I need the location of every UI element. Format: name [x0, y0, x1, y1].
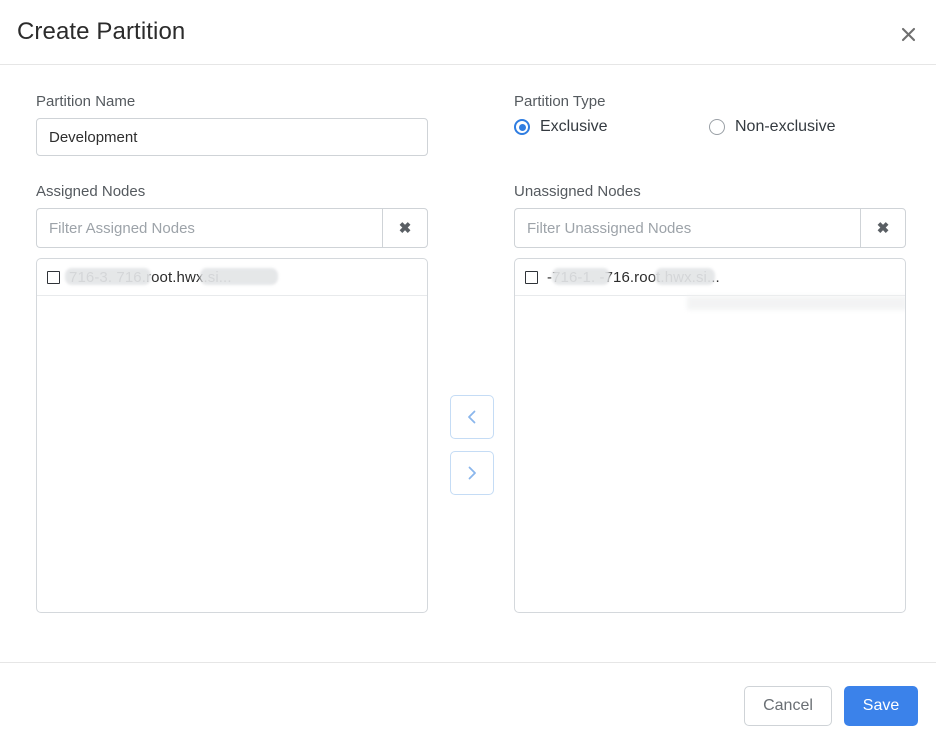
assigned-filter-row: ✖	[36, 208, 428, 248]
radio-label-exclusive: Exclusive	[540, 118, 608, 135]
dialog-body: Partition Name Partition Type Exclusive …	[0, 65, 936, 662]
assigned-nodes-label: Assigned Nodes	[36, 183, 146, 200]
partition-type-label: Partition Type	[514, 93, 606, 110]
assigned-filter-input[interactable]	[36, 208, 382, 248]
cancel-button[interactable]: Cancel	[744, 686, 832, 726]
dialog-footer: Cancel Save	[0, 662, 936, 742]
unassigned-filter-clear-button[interactable]: ✖	[860, 208, 906, 248]
list-item[interactable]: 716-3. 716.root.hwx.si...	[37, 259, 427, 296]
radio-option-exclusive[interactable]: Exclusive	[514, 118, 608, 136]
node-label: -716-1. -716.root.hwx.si...	[547, 268, 720, 286]
assigned-nodes-group: Assigned Nodes ✖ 716-3. 716.root.hwx.si.…	[36, 183, 428, 613]
save-button[interactable]: Save	[844, 686, 918, 726]
transfer-buttons	[450, 395, 494, 495]
unassigned-nodes-listbox[interactable]: -716-1. -716.root.hwx.si...	[514, 258, 906, 613]
close-icon[interactable]	[892, 18, 924, 50]
redaction-smudge	[687, 296, 905, 310]
footer-actions: Cancel Save	[744, 686, 918, 726]
partition-name-label: Partition Name	[36, 93, 136, 110]
unassigned-filter-row: ✖	[514, 208, 906, 248]
node-checkbox[interactable]	[525, 270, 538, 284]
text-fade-overlay	[292, 264, 422, 290]
partition-type-radio-group: Exclusive Non-exclusive	[514, 118, 906, 142]
radio-option-non-exclusive[interactable]: Non-exclusive	[709, 118, 835, 136]
unassigned-nodes-group: Unassigned Nodes ✖ -716-1. -716.root.hwx…	[514, 183, 906, 613]
dialog-header: Create Partition	[0, 0, 936, 65]
unassigned-nodes-label: Unassigned Nodes	[514, 183, 641, 200]
page-title: Create Partition	[17, 18, 186, 45]
chevron-left-icon[interactable]	[450, 395, 494, 439]
partition-name-input[interactable]	[36, 118, 428, 156]
assigned-filter-clear-button[interactable]: ✖	[382, 208, 428, 248]
partition-name-group: Partition Name	[36, 93, 428, 156]
list-item[interactable]: -716-1. -716.root.hwx.si...	[515, 259, 905, 296]
node-checkbox[interactable]	[47, 270, 60, 284]
radio-selected-icon	[514, 119, 530, 135]
node-label: 716-3. 716.root.hwx.si...	[69, 268, 232, 286]
radio-unselected-icon	[709, 119, 725, 135]
assigned-nodes-listbox[interactable]: 716-3. 716.root.hwx.si...	[36, 258, 428, 613]
radio-label-non-exclusive: Non-exclusive	[735, 118, 836, 135]
unassigned-filter-input[interactable]	[514, 208, 860, 248]
text-fade-overlay	[765, 264, 900, 290]
chevron-right-icon[interactable]	[450, 451, 494, 495]
create-partition-dialog: Create Partition Partition Name Partitio…	[0, 0, 936, 742]
partition-type-group: Partition Type Exclusive Non-exclusive	[514, 93, 906, 142]
